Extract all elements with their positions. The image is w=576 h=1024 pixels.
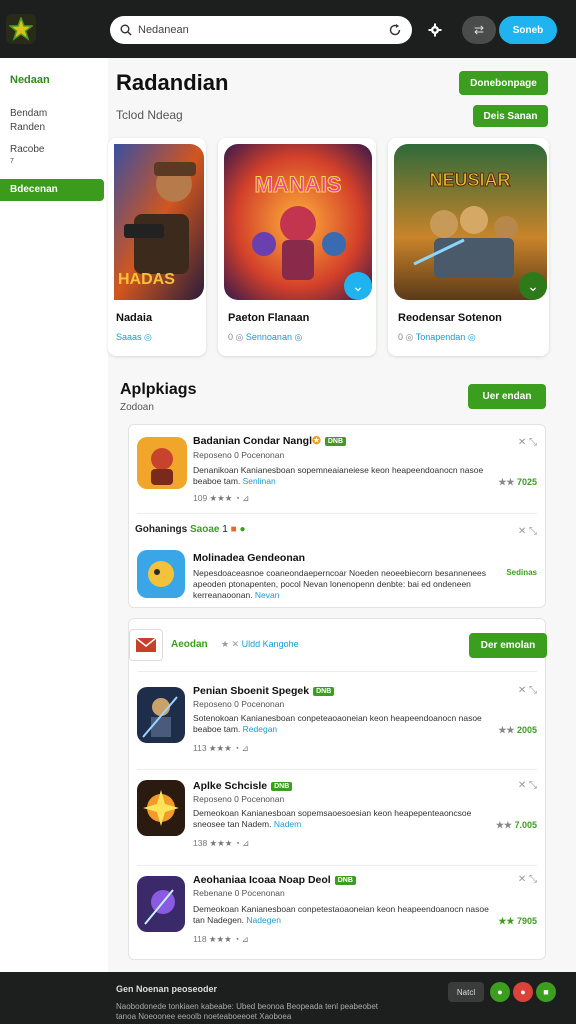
download-badge-icon[interactable]: ⌄ xyxy=(519,272,547,300)
search-input[interactable] xyxy=(138,24,388,36)
app-rating: ★★ 7.005 xyxy=(495,820,537,830)
app-publisher: Reposeno 0 Pocenonan xyxy=(193,450,285,460)
sidebar: Nedaan Bendam Randen Racobe 7 Bdecenan xyxy=(0,58,108,972)
search-bar[interactable] xyxy=(110,16,412,44)
featured-title: Nadaia xyxy=(116,312,153,324)
section-title: Aplpkiags xyxy=(120,381,197,398)
download-badge-icon[interactable]: ⌄ xyxy=(344,272,372,300)
close-icon[interactable]: ✕ ⤡ xyxy=(518,685,537,696)
app-rating: ★★ 7025 xyxy=(498,477,537,487)
app-rating: Sedinas xyxy=(506,568,537,577)
featured-title: Paeton Flanaan xyxy=(228,312,310,324)
search-icon xyxy=(120,24,132,36)
share-icon[interactable]: ■ xyxy=(536,982,556,1002)
app-group-header: Gohanings Saoae 1 ■ ● xyxy=(135,524,246,535)
app-name: Aeohaniaa Icoaa Noap Deol DNB xyxy=(193,874,356,886)
app-description: Demeokoan Kanianesboan sopemsaoesoesian … xyxy=(193,808,472,829)
close-icon[interactable]: ✕ ⤡ xyxy=(518,437,537,448)
mail-icon[interactable] xyxy=(129,629,163,661)
group-link[interactable]: ★ ✕ Uldd Kangohe xyxy=(221,639,299,650)
featured-meta: Saaas ◎ xyxy=(116,332,152,342)
game-artwork: HADAS xyxy=(114,144,204,300)
sidebar-item[interactable]: Randen xyxy=(10,122,45,133)
refresh-icon[interactable] xyxy=(388,23,402,37)
close-icon[interactable]: ✕ ⤡ xyxy=(518,780,537,791)
app-icon xyxy=(137,780,185,836)
featured-card[interactable]: NEUSIAR ⌄ Reodensar Sotenon 0 ◎ Tonapend… xyxy=(388,138,549,356)
app-list: Aeodan ★ ✕ Uldd Kangohe Der emolan Penia… xyxy=(128,618,547,961)
app-description: Sotenokoan Kanianesboan conpeteaoaoneian… xyxy=(193,713,482,734)
featured-card[interactable]: HADAS Nadaia Saaas ◎ xyxy=(108,138,206,356)
svg-text:NEUSIAR: NEUSIAR xyxy=(429,170,510,190)
app-logo[interactable] xyxy=(6,14,36,44)
footer: Gen Noenan peoseoder Naobodonede tonkiae… xyxy=(0,972,576,1024)
app-description: Demeokoan Kanianesboan conpetestaoaoneia… xyxy=(193,904,489,925)
app-publisher: Rebenane 0 Pocenonan xyxy=(193,888,285,898)
star-logo-icon xyxy=(9,17,33,41)
primary-top-button[interactable]: Soneb xyxy=(499,16,557,44)
app-icon xyxy=(137,550,185,598)
sidebar-heading: Nedaan xyxy=(10,74,50,86)
page-title: Radandian xyxy=(116,70,229,95)
list-item[interactable]: Gohanings Saoae 1 ■ ● Molinadea Gendeona… xyxy=(129,514,547,609)
app-stats: 118 ★★★ ◔ ⊿ xyxy=(193,934,249,944)
footer-title: Gen Noenan peoseoder xyxy=(116,984,218,994)
svg-text:MANAIS: MANAIS xyxy=(255,172,342,197)
featured-title: Reodensar Sotenon xyxy=(398,312,502,324)
app-rating: ★★ 2005 xyxy=(498,725,537,735)
sidebar-item-active[interactable]: Bdecenan xyxy=(0,179,104,201)
featured-meta: 0 ◎ Sennoanan ◎ xyxy=(228,332,303,342)
secondary-button[interactable]: Deis Sanan xyxy=(473,105,548,127)
close-icon[interactable]: ✕ ⤡ xyxy=(518,874,537,885)
footer-button[interactable]: Natcl xyxy=(448,982,484,1002)
svg-text:HADAS: HADAS xyxy=(118,271,175,288)
list-item[interactable]: Penian Sboenit Spegek DNB Reposeno 0 Poce… xyxy=(129,673,547,769)
footer-text: Naobodonede tonkiaen kabeabe: Ubed beono… xyxy=(116,1002,379,1021)
sidebar-item[interactable]: 7 xyxy=(10,158,14,165)
group-label: Aeodan xyxy=(171,639,208,650)
list-item[interactable]: Aplke Schcisle DNB Reposeno 0 Pocenonan D… xyxy=(129,770,547,866)
group-button[interactable]: Der emolan xyxy=(469,633,547,658)
app-publisher: Reposeno 0 Pocenonan xyxy=(193,699,285,709)
app-name: Molinadea Gendeonan xyxy=(193,552,306,564)
app-rating: ★★ 7905 xyxy=(498,916,537,926)
list-item[interactable]: Aeohaniaa Icoaa Noap Deol DNB Rebenane 0 … xyxy=(129,866,547,961)
list-item[interactable]: Badanian Condar Nangl✪ DNB Reposeno 0 Poc… xyxy=(129,425,547,513)
section-button[interactable]: Uer endan xyxy=(468,384,546,409)
sidebar-item[interactable]: Racobe xyxy=(10,144,44,155)
close-icon[interactable]: ✕ ⤡ xyxy=(518,526,537,537)
app-name: Penian Sboenit Spegek DNB xyxy=(193,685,335,697)
app-list: Badanian Condar Nangl✪ DNB Reposeno 0 Poc… xyxy=(128,424,546,608)
featured-meta: 0 ◎ Tonapendan ◎ xyxy=(398,332,476,342)
app-name: Badanian Condar Nangl✪ DNB xyxy=(193,435,346,447)
app-stats: 113 ★★★ ◔ ⊿ xyxy=(193,743,249,753)
app-stats: 109 ★★★ ◔ ⊿ xyxy=(193,493,250,503)
chat-icon[interactable]: ● xyxy=(490,982,510,1002)
alert-icon[interactable]: ● xyxy=(513,982,533,1002)
page-subtitle: Tclod Ndeag xyxy=(116,108,183,122)
divider xyxy=(137,671,537,672)
app-description: Denanikoan Kanianesboan sopemneaianeiese… xyxy=(193,465,484,486)
sidebar-item[interactable]: Bendam xyxy=(10,108,47,119)
featured-card[interactable]: MANAIS ⌄ Paeton Flanaan 0 ◎ Sennoanan ◎ xyxy=(218,138,376,356)
app-stats: 138 ★★★ ◔ ⊿ xyxy=(193,838,250,848)
app-publisher: Reposeno 0 Pocenonan xyxy=(193,794,285,804)
primary-button[interactable]: Donebonpage xyxy=(459,71,548,95)
section-subtitle: Zodoan xyxy=(120,402,154,413)
app-icon xyxy=(137,687,185,743)
app-name: Aplke Schcisle DNB xyxy=(193,780,293,792)
top-bar: ⇄ Soneb xyxy=(0,0,576,58)
app-description: Nepesdoaceasnoe coaneondaeperncoar Noede… xyxy=(193,568,487,600)
gear-icon[interactable] xyxy=(420,16,450,44)
switch-button[interactable]: ⇄ xyxy=(462,16,496,44)
app-icon xyxy=(137,437,187,489)
app-icon xyxy=(137,876,185,932)
